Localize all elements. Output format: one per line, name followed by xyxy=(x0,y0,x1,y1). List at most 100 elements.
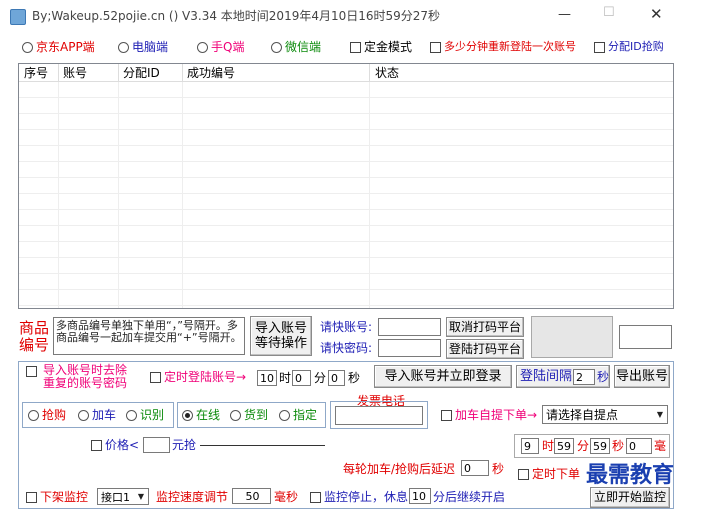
rest-unit: 分后继续开启 xyxy=(433,490,506,504)
speed-input[interactable]: 50 xyxy=(232,488,271,504)
timed-login-check-icon[interactable] xyxy=(150,372,161,383)
port-select[interactable]: 接口1 ▼ xyxy=(97,488,149,505)
stock-online[interactable]: 在线 xyxy=(182,408,220,422)
platform-jd-radio-icon[interactable] xyxy=(22,42,33,53)
dingjin-check-icon[interactable] xyxy=(350,42,361,53)
mode-shibie[interactable]: 识别 xyxy=(126,408,164,422)
rest-input[interactable]: 10 xyxy=(409,488,431,504)
platform-jd-app[interactable]: 京东APP端 xyxy=(22,40,95,54)
stock-arrival[interactable]: 货到 xyxy=(230,408,268,422)
price-checkbox[interactable]: 价格< xyxy=(91,438,139,452)
relogin-check-icon[interactable] xyxy=(430,41,441,53)
login-interval-group: 登陆间隔 xyxy=(516,365,610,388)
dedupe-check-icon[interactable] xyxy=(26,366,37,377)
price-unit: 元抢 xyxy=(172,438,197,452)
timed-order-checkbox[interactable]: 定时下单 xyxy=(518,467,580,481)
login-captcha-button[interactable]: 登陆打码平台 xyxy=(446,339,524,359)
watermark-text: 最需教育 xyxy=(586,462,675,488)
captcha-pass-input[interactable] xyxy=(378,339,441,357)
dedupe-label: 导入账号时去除重复的账号密码 xyxy=(43,363,128,390)
window-title: By;Wakeup.52pojie.cn () V3.34 本地时间2019年4… xyxy=(32,9,441,23)
port-select-value: 接口1 xyxy=(101,490,130,504)
platform-wechat[interactable]: 微信端 xyxy=(271,40,321,54)
close-icon[interactable]: ✕ xyxy=(650,7,663,22)
platform-qq-label: 手Q端 xyxy=(211,40,245,54)
fenpei-checkbox[interactable]: 分配ID抢购 xyxy=(594,40,664,54)
mode-jiache[interactable]: 加车 xyxy=(78,408,116,422)
interval-input[interactable]: 2 xyxy=(573,369,595,385)
col-header-index[interactable]: 序号 xyxy=(24,66,48,80)
timed-order-check-icon[interactable] xyxy=(518,469,529,480)
stock-specified-radio-icon[interactable] xyxy=(279,410,290,421)
offshelf-check-icon[interactable] xyxy=(26,492,37,503)
offshelf-checkbox[interactable]: 下架监控 xyxy=(26,490,88,504)
interval-label: 登陆间隔 xyxy=(520,369,573,384)
timer-hour-input[interactable]: 9 xyxy=(521,438,539,454)
account-table[interactable]: 序号 账号 分配ID 成功编号 状态 xyxy=(18,63,674,309)
invoice-phone-input[interactable] xyxy=(335,406,423,425)
login-hour-unit: 时 xyxy=(279,371,292,385)
col-header-assigned-id[interactable]: 分配ID xyxy=(123,66,160,80)
stop-check-icon[interactable] xyxy=(310,492,321,503)
timer-min-input[interactable]: 59 xyxy=(554,438,574,454)
mode-jiache-radio-icon[interactable] xyxy=(78,410,89,421)
cancel-captcha-button[interactable]: 取消打码平台 xyxy=(446,317,524,337)
dingjin-mode-checkbox[interactable]: 定金模式 xyxy=(350,40,412,54)
offshelf-label: 下架监控 xyxy=(40,490,89,504)
export-account-button[interactable]: 导出账号 xyxy=(614,365,670,388)
import-login-button[interactable]: 导入账号并立即登录 xyxy=(374,365,512,388)
login-sec-input[interactable]: 0 xyxy=(328,370,345,386)
mode-shibie-radio-icon[interactable] xyxy=(126,410,137,421)
price-input[interactable] xyxy=(143,437,170,453)
login-min-input[interactable]: 0 xyxy=(292,370,311,386)
timer-sec-input[interactable]: 59 xyxy=(590,438,610,454)
price-divider xyxy=(200,445,325,446)
platform-pc-radio-icon[interactable] xyxy=(118,42,129,53)
chevron-down-icon[interactable]: ▼ xyxy=(653,406,667,423)
maximize-icon[interactable]: ☐ xyxy=(603,6,615,20)
delay-input[interactable]: 0 xyxy=(461,460,489,476)
platform-qq[interactable]: 手Q端 xyxy=(197,40,244,54)
speed-unit: 毫秒 xyxy=(274,490,299,504)
goods-label: 商品 编号 xyxy=(19,319,50,354)
minimize-icon[interactable]: — xyxy=(558,8,571,22)
stock-online-radio-icon[interactable] xyxy=(182,410,193,421)
timer-min-unit: 分 xyxy=(577,439,590,453)
mode-qianggou-radio-icon[interactable] xyxy=(28,410,39,421)
platform-pc[interactable]: 电脑端 xyxy=(118,40,168,54)
platform-qq-radio-icon[interactable] xyxy=(197,42,208,53)
fenpei-label: 分配ID抢购 xyxy=(608,40,664,53)
platform-wechat-radio-icon[interactable] xyxy=(271,42,282,53)
table-header: 序号 账号 分配ID 成功编号 状态 xyxy=(19,64,673,82)
addcart-checkbox[interactable]: 加车自提下单→ xyxy=(441,408,537,422)
timed-order-label: 定时下单 xyxy=(532,467,581,481)
captcha-image xyxy=(531,316,613,358)
import-wait-button[interactable]: 导入账号等待操作 xyxy=(250,316,312,356)
relogin-checkbox[interactable]: 多少分钟重新登陆一次账号 xyxy=(430,40,576,54)
col-header-success-no[interactable]: 成功编号 xyxy=(187,66,235,80)
relogin-label: 多少分钟重新登陆一次账号 xyxy=(444,40,576,53)
timed-login-checkbox[interactable]: 定时登陆账号→ xyxy=(150,370,246,384)
stock-specified[interactable]: 指定 xyxy=(279,408,317,422)
platform-pc-label: 电脑端 xyxy=(132,40,169,54)
captcha-code-input[interactable] xyxy=(619,325,672,349)
price-check-icon[interactable] xyxy=(91,440,102,451)
col-header-status[interactable]: 状态 xyxy=(375,66,399,80)
login-min-unit: 分 xyxy=(314,371,327,385)
stock-arrival-radio-icon[interactable] xyxy=(230,410,241,421)
fenpei-check-icon[interactable] xyxy=(594,41,605,53)
goods-input[interactable]: 多商品编号单独下单用“，”号隔开。多商品编号一起加车提交用“+”号隔开。 xyxy=(53,317,245,355)
col-header-account[interactable]: 账号 xyxy=(63,66,87,80)
login-hour-input[interactable]: 10 xyxy=(257,370,277,386)
app-icon xyxy=(10,9,26,25)
stop-checkbox[interactable]: 监控停止，休息 xyxy=(310,490,408,504)
start-monitor-button[interactable]: 立即开始监控 xyxy=(590,487,670,508)
mode-qianggou[interactable]: 抢购 xyxy=(28,408,66,422)
addcart-label: 加车自提下单→ xyxy=(455,408,538,422)
captcha-user-input[interactable] xyxy=(378,318,441,336)
addcart-check-icon[interactable] xyxy=(441,410,452,421)
timer-ms-input[interactable]: 0 xyxy=(626,438,652,454)
port-chevron-down-icon[interactable]: ▼ xyxy=(134,489,148,504)
pickup-select[interactable]: 请选择自提点 ▼ xyxy=(542,405,668,424)
dedupe-checkbox[interactable] xyxy=(26,364,40,378)
